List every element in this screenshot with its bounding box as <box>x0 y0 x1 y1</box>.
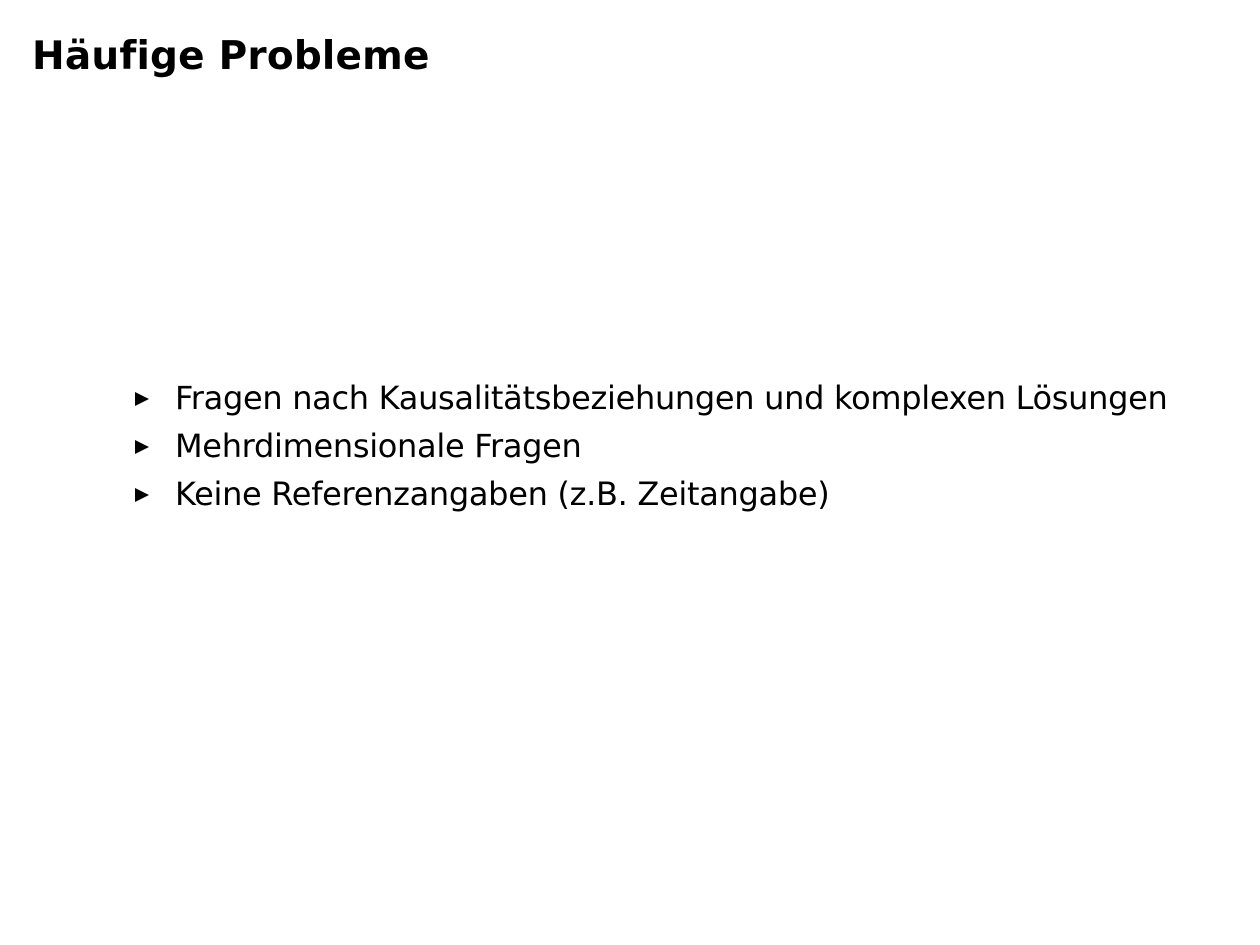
slide: Häufige Probleme Fragen nach Kausalitäts… <box>0 0 1260 945</box>
bullet-text: Mehrdimensionale Fragen <box>175 427 582 465</box>
slide-title: Häufige Probleme <box>32 34 430 79</box>
bullet-text: Keine Referenzangaben (z.B. Zeitangabe) <box>175 475 830 513</box>
list-item: Mehrdimensionale Fragen <box>135 422 1168 470</box>
bullet-text: Fragen nach Kausalitätsbeziehungen und k… <box>175 379 1168 417</box>
list-item: Fragen nach Kausalitätsbeziehungen und k… <box>135 374 1168 422</box>
triangle-right-icon <box>135 392 149 406</box>
triangle-right-icon <box>135 440 149 454</box>
bullet-list: Fragen nach Kausalitätsbeziehungen und k… <box>135 374 1168 518</box>
triangle-right-icon <box>135 488 149 502</box>
list-item: Keine Referenzangaben (z.B. Zeitangabe) <box>135 470 1168 518</box>
